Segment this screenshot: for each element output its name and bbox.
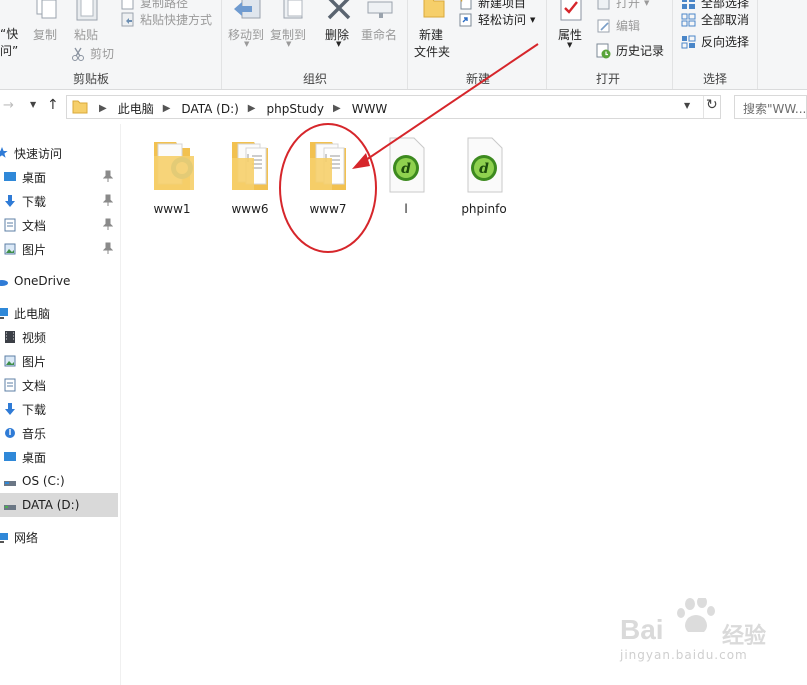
watermark-brand-tail: 经验 bbox=[722, 624, 767, 649]
baidu-watermark: Bai 经验 jingyan.baidu.com bbox=[618, 596, 788, 668]
watermark-brand: Bai bbox=[620, 614, 664, 645]
annotation-arrow-head bbox=[352, 153, 370, 169]
annotation-arrow-line bbox=[359, 43, 539, 165]
annotation-circle bbox=[279, 123, 377, 253]
watermark-url: jingyan.baidu.com bbox=[620, 648, 748, 662]
annotation-overlay bbox=[279, 43, 539, 253]
